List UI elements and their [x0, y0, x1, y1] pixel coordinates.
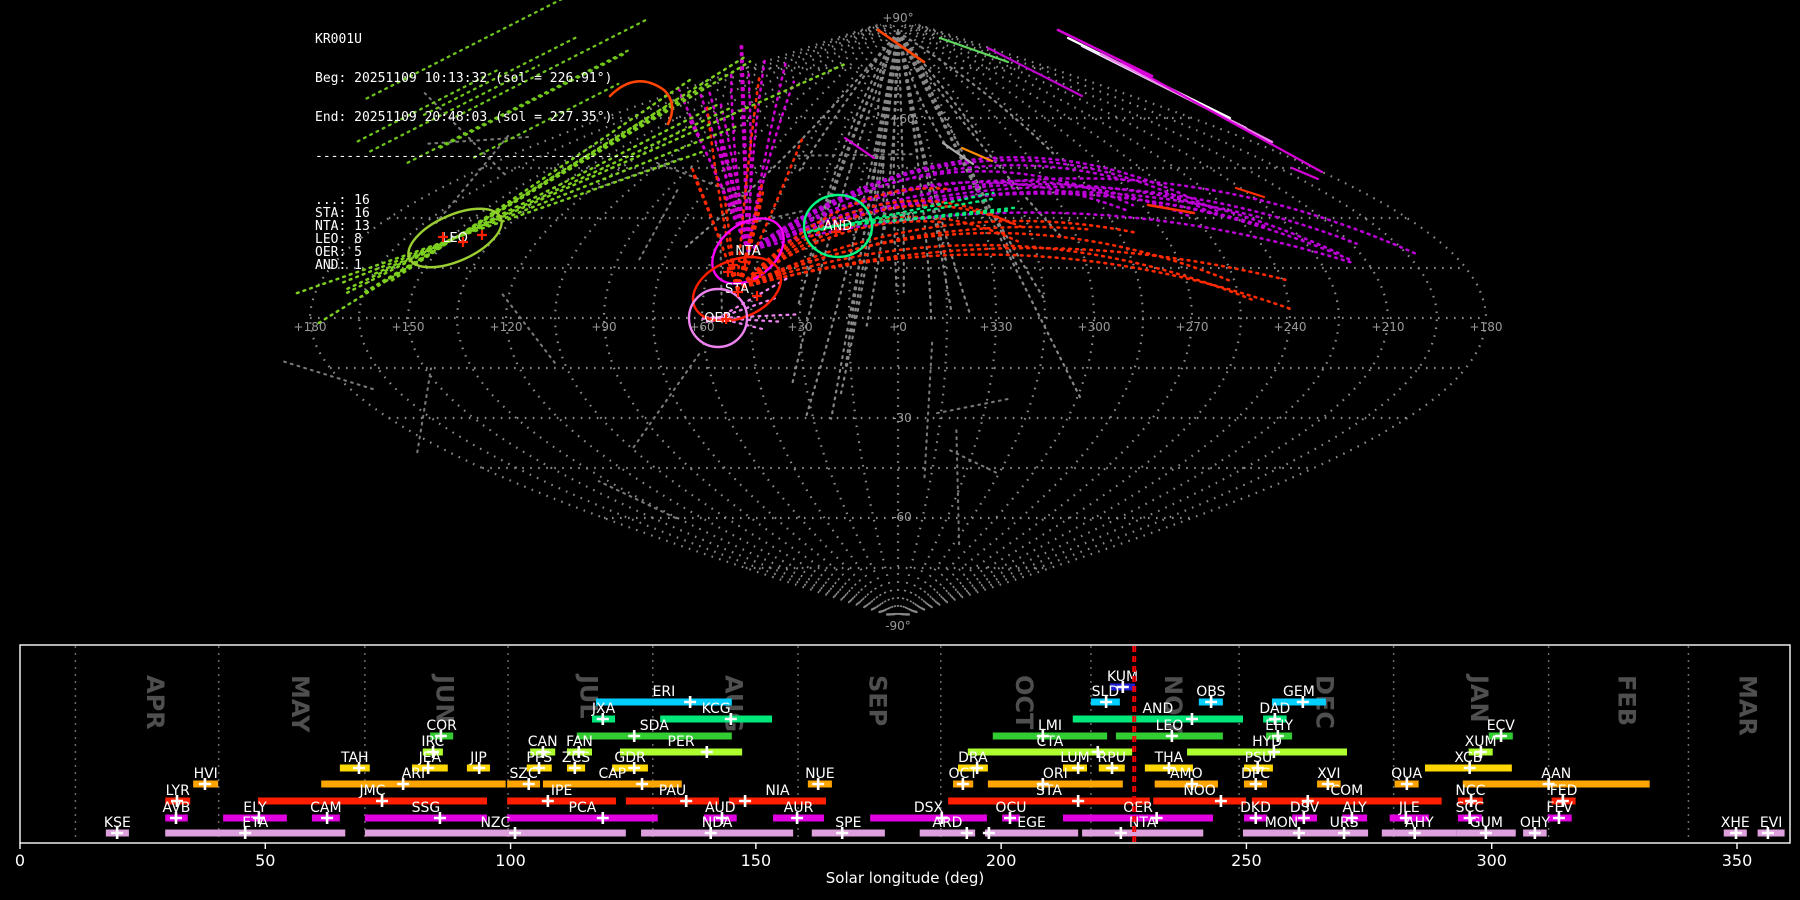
shower-peak-CAP [636, 778, 649, 790]
shower-label-DRA: DRA [958, 750, 988, 766]
shower-label-KCG: KCG [702, 701, 731, 717]
axis-tick-label: 350 [1722, 851, 1753, 870]
legend-line-AND: AND: 1 [315, 258, 362, 273]
legend-line-LEO: LEO: 8 [315, 232, 362, 247]
month-label-JUN: JUN [430, 673, 458, 724]
shower-label-SZC: SZC [509, 766, 537, 782]
activity-timeline: APRMAYJUNJULAUGSEPOCTNOVDECJANFEBMARKUME… [15, 644, 1791, 887]
axis-tick-label: 0 [15, 851, 25, 870]
shower-peak-PER [700, 746, 713, 758]
shower-label-AUD: AUD [705, 800, 736, 816]
month-label-SEP: SEP [863, 675, 891, 726]
month-label-OCT: OCT [1010, 675, 1038, 730]
legend-line-NTA: NTA: 13 [315, 219, 370, 234]
shower-label-SSG: SSG [412, 800, 441, 816]
shower-label-TAH: TAH [340, 750, 369, 766]
axis-tick-label: 50 [255, 851, 275, 870]
end-time: End: 20251109 20:48:03 (sol = 227.35°) [315, 110, 613, 125]
beg-time: Beg: 20251109 10:13:32 (sol = 226.91°) [315, 71, 613, 86]
shower-label-LUM: LUM [1060, 750, 1089, 766]
shower-label-EGE: EGE [1017, 815, 1046, 831]
shower-row: KSE ETA NZC NDA SPE ARD EGE NTA MON URS AHY GUM OHY X… [104, 815, 1785, 839]
shower-label-PAU: PAU [659, 783, 686, 799]
radiant-activity-plot: LEONTASTAOERAND+90°-90°+180+150+120+90+6… [0, 0, 1800, 900]
shower-label-AHY: AHY [1405, 815, 1434, 831]
month-label-FEB: FEB [1613, 675, 1641, 726]
separator-line: ----------------------------------------… [315, 149, 636, 164]
shower-peak-NIA [739, 795, 752, 807]
shower-label-GEM: GEM [1283, 684, 1315, 700]
shower-label-NOO: NOO [1183, 783, 1216, 799]
shower-label-CAP: CAP [598, 766, 626, 782]
header-info: KR001U Beg: 20251109 10:13:32 (sol = 226… [315, 7, 636, 298]
month-label-JAN: JAN [1465, 673, 1493, 723]
shower-label-ARD: ARD [932, 815, 962, 831]
axis-tick-label: 150 [741, 851, 772, 870]
shower-label-AAN: AAN [1541, 766, 1571, 782]
shower-label-HYD: HYD [1252, 734, 1282, 750]
shower-label-SPE: SPE [835, 815, 861, 831]
shower-peak-STA [1072, 795, 1085, 807]
shower-label-ARI: ARI [402, 766, 425, 782]
station-id: KR001U [315, 32, 362, 47]
shower-label-SDA: SDA [640, 718, 669, 734]
shower-label-EHY: EHY [1265, 718, 1293, 734]
axis-tick-label: 300 [1476, 851, 1507, 870]
shower-label-AMO: AMO [1170, 766, 1203, 782]
shower-label-NDA: NDA [702, 815, 733, 831]
shower-peak-SDA [628, 730, 641, 742]
shower-label-COM: COM [1330, 783, 1363, 799]
shower-peak-NTA [1114, 827, 1127, 839]
axis-tick-label: 200 [986, 851, 1017, 870]
shower-peak-EGE [982, 827, 995, 839]
shower-label-EVI: EVI [1760, 815, 1783, 831]
shower-label-PCA: PCA [569, 800, 597, 816]
shower-label-JLE: JLE [1398, 800, 1420, 816]
shower-counts-legend: ...: 16 STA: 16 NTA: 13 LEO: 8 OER: 5 AND: 1 [315, 194, 636, 272]
shower-label-OER: OER [1123, 800, 1153, 816]
timeline-frame [19, 644, 1791, 844]
shower-label-ERI: ERI [653, 684, 676, 700]
shower-label-DSX: DSX [914, 800, 944, 816]
month-label-MAY: MAY [286, 675, 314, 733]
shower-label-STA: STA [1036, 783, 1062, 799]
shower-label-ALY: ALY [1343, 800, 1368, 816]
shower-peak-NOO [1214, 795, 1227, 807]
shower-label-GDR: GDR [614, 750, 646, 766]
month-label-MAR: MAR [1734, 675, 1762, 736]
shower-peak-PCA [596, 812, 609, 824]
month-label-APR: APR [141, 675, 169, 730]
shower-label-CTA: CTA [1037, 734, 1064, 750]
shower-label-IPE: IPE [551, 783, 572, 799]
shower-label-MON: MON [1265, 815, 1299, 831]
axis-tick-label: 100 [495, 851, 526, 870]
shower-peak-NZC [508, 827, 521, 839]
shower-label-ORI: ORI [1043, 766, 1068, 782]
shower-label-NIA: NIA [765, 783, 790, 799]
axis-tick-label: 250 [1231, 851, 1262, 870]
shower-label-LEO: LEO [1156, 718, 1184, 734]
shower-label-NUE: NUE [805, 766, 835, 782]
shower-label-PER: PER [668, 734, 695, 750]
shower-label-AND: AND [1142, 701, 1173, 717]
shower-label-ELY: ELY [243, 800, 267, 816]
shower-peak-ARD [960, 827, 973, 839]
shower-label-JEA: JEA [418, 750, 442, 766]
shower-peak-ERI [684, 696, 697, 708]
shower-label-NZC: NZC [480, 815, 510, 831]
shower-label-AUR: AUR [784, 800, 814, 816]
legend-line-OER: OER: 5 [315, 245, 362, 260]
axis-title: Solar longitude (deg) [826, 869, 984, 887]
